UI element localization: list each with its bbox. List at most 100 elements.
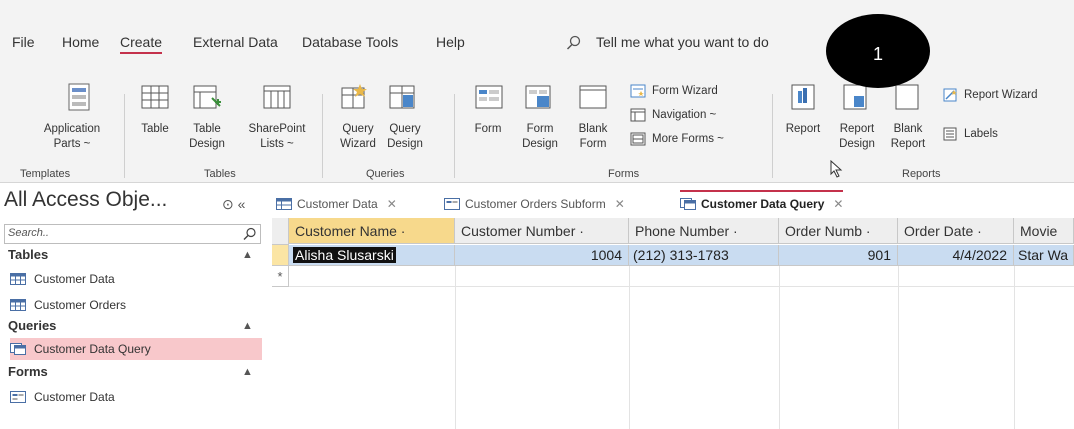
grid-line [779, 266, 780, 429]
nav-item-customer-orders[interactable]: Customer Orders [10, 294, 262, 316]
menu-help[interactable]: Help [436, 34, 465, 50]
group-queries-label: Queries [366, 168, 405, 180]
tab-customer-data[interactable]: Customer Data ✕ [276, 192, 397, 216]
tab-label: Customer Orders Subform [465, 197, 606, 211]
collapse-icon[interactable]: ▲ [242, 366, 253, 378]
close-icon[interactable]: ✕ [387, 197, 397, 211]
grid-line [289, 286, 1074, 287]
tab-label: Customer Data [297, 197, 378, 211]
collapse-icon[interactable]: ▲ [242, 320, 253, 332]
table-icon [276, 198, 292, 210]
application-parts-label-2: Parts ~ [53, 138, 91, 150]
column-header-order-date[interactable]: Order Date · [898, 218, 1014, 244]
group-reports-label: Reports [902, 168, 941, 180]
close-icon[interactable]: ✕ [833, 197, 843, 211]
select-all-corner[interactable] [272, 218, 289, 245]
query-icon [10, 343, 26, 355]
column-header-movie[interactable]: Movie [1014, 218, 1074, 244]
search-icon[interactable] [243, 227, 257, 241]
labels-button[interactable]: Labels [942, 127, 998, 141]
query-design-button[interactable]: Query Design [382, 122, 428, 152]
tab-customer-orders-subform[interactable]: Customer Orders Subform ✕ [444, 192, 625, 216]
labels-label: Labels [964, 128, 998, 140]
grid-line [455, 266, 456, 429]
form-button[interactable]: Form [466, 122, 510, 137]
labels-icon [943, 127, 957, 141]
application-parts-button[interactable]: Application Parts ~ [14, 122, 130, 152]
table-row-cell-movie[interactable]: Star Wa [1014, 245, 1074, 266]
report-design-label-1: Report [839, 123, 875, 135]
report-button[interactable]: Report [780, 122, 826, 137]
report-wizard-icon [943, 88, 957, 102]
navigation-button[interactable]: Navigation ~ [630, 108, 716, 122]
column-header-customer-name[interactable]: Customer Name · [289, 218, 455, 244]
blank-report-button[interactable]: Blank Report [888, 122, 928, 152]
grid-line [1014, 266, 1015, 429]
blank-form-button[interactable]: Blank Form [572, 122, 614, 152]
menu-external-data[interactable]: External Data [193, 34, 278, 50]
menu-home[interactable]: Home [62, 34, 99, 50]
tab-customer-data-query[interactable]: Customer Data Query ✕ [680, 190, 844, 216]
menu-create[interactable]: Create [120, 34, 163, 54]
column-header-phone-number[interactable]: Phone Number · [629, 218, 779, 244]
table-row-cell-order-date[interactable]: 4/4/2022 [898, 245, 1014, 266]
sharepoint-lists-label-1: SharePoint [248, 123, 306, 135]
table-row-cell-order-number[interactable]: 901 [779, 245, 898, 266]
more-forms-button[interactable]: More Forms ~ [630, 132, 724, 146]
table-button[interactable]: Table [133, 122, 177, 137]
nav-pane-title[interactable]: All Access Obje... [4, 188, 167, 212]
nav-item-customer-data[interactable]: Customer Data [10, 268, 262, 290]
nav-pane-controls[interactable]: ⊙ « [222, 196, 245, 213]
nav-search-input[interactable]: Search.. [4, 224, 261, 244]
application-parts-icon [68, 83, 90, 111]
navigation-icon [630, 108, 646, 122]
nav-section-tables[interactable]: Tables [8, 247, 48, 262]
more-forms-icon [630, 132, 646, 146]
table-row-cell-customer-number[interactable]: 1004 [455, 245, 629, 266]
blank-form-label-2: Form [579, 138, 607, 150]
grid-line [898, 266, 899, 429]
report-design-label-2: Design [839, 138, 875, 150]
collapse-icon[interactable]: ▲ [242, 249, 253, 261]
query-wizard-button[interactable]: Query Wizard [336, 122, 380, 152]
new-row-marker[interactable]: * [272, 266, 289, 287]
ribbon-separator [772, 94, 773, 178]
nav-search-placeholder: Search.. [8, 227, 49, 239]
table-design-button[interactable]: Table Design [185, 122, 229, 152]
table-icon [10, 299, 26, 311]
query-design-icon [389, 85, 415, 109]
search-icon[interactable] [566, 35, 582, 51]
blank-report-icon [895, 84, 919, 110]
query-wizard-label-2: Wizard [340, 138, 376, 150]
sharepoint-lists-icon [263, 85, 291, 109]
column-header-customer-number[interactable]: Customer Number · [455, 218, 629, 244]
query-icon [680, 198, 696, 210]
group-templates-label: Templates [20, 168, 71, 180]
group-forms-label: Forms [608, 168, 640, 180]
table-row-cell-phone-number[interactable]: (212) 313-1783 [629, 245, 779, 266]
nav-item-customer-data-form[interactable]: Customer Data [10, 386, 262, 408]
selected-text: Alisha Slusarski [293, 247, 396, 263]
tell-me-box[interactable]: Tell me what you want to do [596, 34, 769, 50]
form-design-button[interactable]: Form Design [518, 122, 562, 152]
ribbon-separator [322, 94, 323, 178]
form-icon [475, 85, 503, 109]
menu-file[interactable]: File [12, 34, 35, 50]
report-wizard-button[interactable]: Report Wizard [942, 88, 1038, 102]
nav-section-forms[interactable]: Forms [8, 364, 48, 379]
table-row-cell-customer-name[interactable]: Alisha Slusarski [289, 245, 455, 266]
query-wizard-icon [341, 84, 367, 109]
row-selector[interactable] [272, 245, 289, 266]
nav-item-label: Customer Orders [34, 298, 127, 312]
query-design-label-2: Design [387, 138, 423, 150]
close-icon[interactable]: ✕ [615, 197, 625, 211]
sharepoint-lists-button[interactable]: SharePoint Lists ~ [242, 122, 312, 152]
navigation-label: Navigation ~ [652, 109, 717, 121]
report-design-button[interactable]: Report Design [834, 122, 880, 152]
form-wizard-button[interactable]: Form Wizard [630, 84, 718, 98]
menu-database-tools[interactable]: Database Tools [302, 34, 398, 50]
nav-section-queries[interactable]: Queries [8, 318, 56, 333]
column-header-order-number[interactable]: Order Numb · [779, 218, 898, 244]
nav-item-label: Customer Data [34, 272, 115, 286]
nav-item-customer-data-query[interactable]: Customer Data Query [10, 338, 262, 360]
